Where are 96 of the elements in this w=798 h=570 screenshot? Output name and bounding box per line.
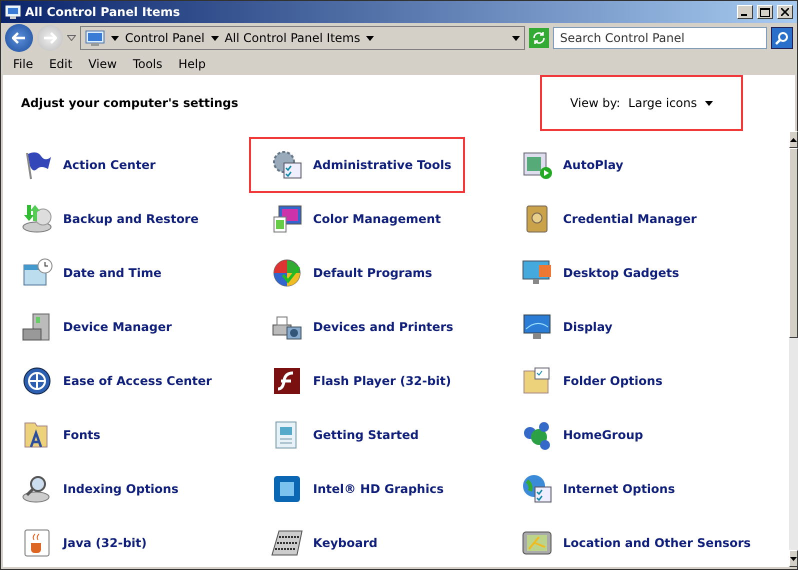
item-link[interactable]: Date and Time [63, 266, 162, 280]
control-panel-item[interactable]: Date and Time [19, 249, 176, 297]
scroll-down-button[interactable] [789, 550, 798, 567]
address-bar[interactable]: Control Panel All Control Panel Items [80, 26, 525, 50]
chip-icon [271, 473, 303, 505]
highlight-frame[interactable]: Administrative Tools [249, 137, 466, 193]
menu-item[interactable]: Help [170, 56, 214, 71]
item-link[interactable]: Credential Manager [563, 212, 697, 226]
dropdown-arrow-icon[interactable] [366, 36, 374, 40]
item-link[interactable]: Action Center [63, 158, 156, 172]
scroll-thumb[interactable] [789, 148, 798, 338]
accessibility-icon [21, 365, 53, 397]
item-link[interactable]: Getting Started [313, 428, 419, 442]
menu-item[interactable]: Tools [124, 56, 170, 71]
back-button[interactable] [5, 24, 33, 52]
maximize-button[interactable] [757, 5, 773, 20]
view-by-label: View by: [570, 96, 620, 110]
breadcrumb-link[interactable]: Control Panel [125, 31, 205, 45]
control-panel-item[interactable]: Java (32-bit) [19, 519, 161, 567]
control-panel-item[interactable]: Indexing Options [19, 465, 192, 513]
colored-orb-icon [271, 257, 303, 289]
control-panel-item[interactable]: Credential Manager [519, 195, 711, 243]
minimize-button[interactable] [737, 5, 753, 20]
spheres-icon [521, 419, 553, 451]
control-panel-item[interactable]: Intel® HD Graphics [269, 465, 458, 513]
scrollbar[interactable] [789, 131, 798, 567]
control-panel-item[interactable]: Device Manager [19, 303, 186, 351]
control-panel-item[interactable]: Color Management [269, 195, 455, 243]
view-dropdown[interactable]: Large icons [628, 96, 713, 110]
page-heading: Adjust your computer's settings [21, 96, 238, 110]
maximize-icon [760, 8, 770, 17]
close-icon [781, 8, 789, 16]
control-panel-icon [85, 29, 105, 47]
control-panel-item[interactable]: Desktop Gadgets [519, 249, 694, 297]
item-link[interactable]: Folder Options [563, 374, 662, 388]
item-link[interactable]: Desktop Gadgets [563, 266, 680, 280]
menu-item[interactable]: View [80, 56, 125, 71]
item-link[interactable]: Display [563, 320, 612, 334]
item-link[interactable]: Java (32-bit) [63, 536, 147, 550]
control-panel-icon [5, 4, 21, 20]
forward-arrow-icon [43, 32, 57, 44]
control-panel-item[interactable]: Internet Options [519, 465, 689, 513]
control-panel-item[interactable]: Display [519, 303, 626, 351]
item-link[interactable]: Color Management [313, 212, 441, 226]
breadcrumb-link[interactable]: All Control Panel Items [224, 31, 360, 45]
item-link[interactable]: Flash Player (32-bit) [313, 374, 452, 388]
item-link[interactable]: Indexing Options [63, 482, 178, 496]
control-panel-item[interactable]: AutoPlay [519, 141, 638, 189]
control-panel-item[interactable]: Location and Other Sensors [519, 519, 765, 567]
item-link[interactable]: Internet Options [563, 482, 675, 496]
control-panel-item[interactable]: Flash Player (32-bit) [269, 357, 466, 405]
control-panel-item[interactable]: Keyboard [269, 519, 392, 567]
menu-item[interactable]: Edit [41, 56, 80, 71]
control-panel-item[interactable]: Getting Started [269, 411, 433, 459]
search-icon [775, 31, 789, 45]
search-button[interactable] [771, 27, 793, 49]
disc-arrows-icon [21, 203, 53, 235]
refresh-icon [532, 31, 546, 45]
item-link[interactable]: Keyboard [313, 536, 378, 550]
monitor-colors-icon [271, 203, 303, 235]
item-link[interactable]: Ease of Access Center [63, 374, 212, 388]
gear-checklist-icon [271, 149, 303, 181]
globe-checklist-icon [521, 473, 553, 505]
item-link[interactable]: Fonts [63, 428, 100, 442]
up-arrow-icon [790, 138, 797, 142]
close-button[interactable] [777, 5, 793, 20]
down-arrow-icon [790, 556, 797, 560]
item-link[interactable]: Device Manager [63, 320, 172, 334]
item-link[interactable]: Devices and Printers [313, 320, 454, 334]
search-field[interactable]: Search Control Panel [553, 27, 767, 49]
window-title: All Control Panel Items [25, 5, 182, 20]
control-panel-item[interactable]: Default Programs [269, 249, 446, 297]
history-dropdown-icon[interactable] [67, 35, 76, 41]
dropdown-arrow-icon[interactable] [210, 36, 219, 40]
item-link[interactable]: HomeGroup [563, 428, 644, 442]
menu-item[interactable]: File [5, 56, 42, 71]
item-link[interactable]: Location and Other Sensors [563, 536, 751, 550]
control-panel-item[interactable]: Fonts [19, 411, 114, 459]
control-panel-item[interactable]: Devices and Printers [269, 303, 468, 351]
back-arrow-icon [12, 32, 26, 44]
control-panel-item[interactable]: Ease of Access Center [19, 357, 226, 405]
dropdown-arrow-icon[interactable] [705, 100, 713, 106]
item-link[interactable]: Backup and Restore [63, 212, 199, 226]
refresh-button[interactable] [529, 28, 549, 48]
control-panel-item[interactable]: Folder Options [519, 357, 676, 405]
control-panel-item[interactable]: Backup and Restore [19, 195, 213, 243]
item-link[interactable]: Administrative Tools [313, 158, 452, 172]
scroll-up-button[interactable] [789, 131, 798, 148]
control-panel-item[interactable]: Action Center [19, 141, 170, 189]
dropdown-arrow-icon[interactable] [111, 36, 119, 40]
item-link[interactable]: Default Programs [313, 266, 432, 280]
dropdown-arrow-icon[interactable] [512, 36, 520, 40]
item-link[interactable]: AutoPlay [563, 158, 624, 172]
control-panel-item[interactable]: HomeGroup [519, 411, 658, 459]
item-link[interactable]: Intel® HD Graphics [313, 482, 444, 496]
flash-icon [271, 365, 303, 397]
